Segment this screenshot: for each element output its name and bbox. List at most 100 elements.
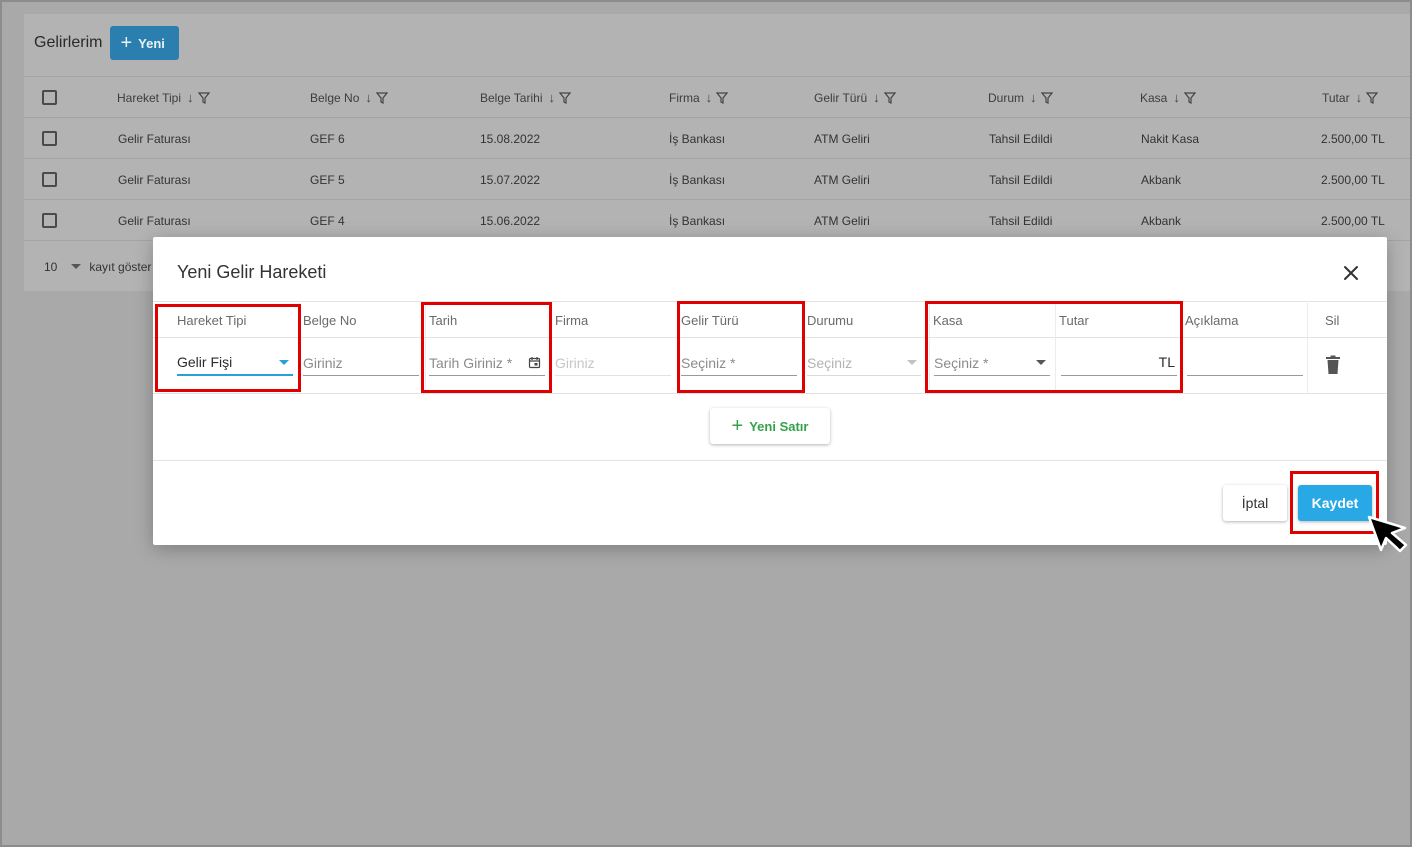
sort-down-icon[interactable]: ↓ [706,90,713,105]
column-header-firma[interactable]: Firma ↓ [669,77,729,118]
column-header-tarih: Tarih [429,312,458,328]
select-all-checkbox[interactable] [42,90,57,105]
close-icon[interactable] [1341,263,1361,283]
filter-icon[interactable] [883,91,896,104]
aciklama-input[interactable] [1187,350,1303,376]
table-cell: 15.07.2022 [480,172,541,187]
row-checkbox[interactable] [42,131,57,146]
page-header: Gelirlerim + Yeni [34,26,179,60]
page-size-label: kayıt göster [89,259,152,274]
column-header-kasa[interactable]: Kasa ↓ [1140,77,1196,118]
filter-icon[interactable] [375,91,388,104]
column-header-belge-no[interactable]: Belge No ↓ [310,77,388,118]
table-cell: 2.500,00 TL [1321,213,1385,228]
sort-down-icon[interactable]: ↓ [365,90,372,105]
column-header-sil: Sil [1325,312,1340,328]
table-row[interactable]: Gelir Faturası GEF 5 15.07.2022 İş Banka… [24,158,1412,199]
trash-icon[interactable] [1325,355,1341,375]
currency-label: TL [1158,354,1175,370]
add-row-button[interactable]: + Yeni Satır [710,408,830,444]
sort-down-icon[interactable]: ↓ [1173,90,1180,105]
column-header-hareket-tipi[interactable]: Hareket Tipi ↓ [117,77,210,118]
filter-icon[interactable] [1366,91,1379,104]
gelir-turu-select[interactable]: Seçiniz * [681,350,797,376]
sort-down-icon[interactable]: ↓ [1030,90,1037,105]
new-income-dialog: Yeni Gelir Hareketi Hareket Tipi Belge N… [153,237,1387,545]
kasa-select[interactable]: Seçiniz * [934,350,1050,376]
add-row-button-label: Yeni Satır [749,418,809,434]
chevron-down-icon[interactable] [279,360,289,365]
durumu-select[interactable]: Seçiniz [807,350,921,376]
belge-no-input[interactable]: Giriniz [303,350,419,376]
firma-input[interactable]: Giriniz [555,350,671,376]
table-cell: ATM Geliri [814,172,870,187]
filter-icon[interactable] [1040,91,1053,104]
column-header-firma: Firma [555,312,589,328]
entry-row: Gelir Fişi Giriniz Tarih Giriniz * Girin… [153,338,1387,394]
dialog-title: Yeni Gelir Hareketi [177,262,327,282]
filter-icon[interactable] [1183,91,1196,104]
table-cell: İş Bankası [669,213,726,228]
column-header-durumu: Durumu [807,312,854,328]
table-cell: GEF 5 [310,172,345,187]
hareket-tipi-select[interactable]: Gelir Fişi [177,350,293,376]
cancel-button[interactable]: İptal [1223,485,1287,521]
footer-divider [153,460,1387,461]
sort-down-icon[interactable]: ↓ [548,90,555,105]
column-header-kasa: Kasa [933,312,963,328]
page-title: Gelirlerim [34,34,103,51]
page-size-select[interactable]: 10 [44,260,57,274]
tarih-input[interactable]: Tarih Giriniz * [429,350,545,376]
calendar-icon[interactable] [528,356,541,369]
plus-icon: + [120,32,133,54]
income-table: Hareket Tipi ↓ Belge No ↓ Belge Tarihi ↓ Fi… [24,76,1412,240]
table-cell: Gelir Faturası [118,131,191,146]
table-cell: Gelir Faturası [118,213,191,228]
tutar-input[interactable]: TL [1061,350,1177,376]
chevron-down-icon[interactable] [1036,360,1046,365]
new-income-button[interactable]: + Yeni [110,26,179,60]
table-cell: ATM Geliri [814,213,870,228]
column-header-durum[interactable]: Durum ↓ [988,77,1053,118]
filter-icon[interactable] [197,91,210,104]
row-checkbox[interactable] [42,172,57,187]
sort-down-icon[interactable]: ↓ [873,90,880,105]
chevron-down-icon[interactable] [907,360,917,365]
new-income-button-label: Yeni [138,35,165,51]
table-row[interactable]: Gelir Faturası GEF 4 15.06.2022 İş Banka… [24,199,1412,240]
column-header-tutar: Tutar [1059,312,1089,328]
sort-down-icon[interactable]: ↓ [1356,90,1363,105]
table-cell: İş Bankası [669,172,726,187]
column-header-aciklama: Açıklama [1185,312,1239,328]
save-button[interactable]: Kaydet [1298,485,1372,521]
table-cell: Akbank [1141,172,1182,187]
table-cell: Tahsil Edildi [989,213,1053,228]
table-row[interactable]: Gelir Faturası GEF 6 15.08.2022 İş Banka… [24,117,1412,158]
table-cell: 2.500,00 TL [1321,172,1385,187]
table-cell: GEF 6 [310,131,345,146]
column-header-belge-no: Belge No [303,312,357,328]
table-cell: GEF 4 [310,213,345,228]
filter-icon[interactable] [558,91,571,104]
column-header-gelir-turu: Gelir Türü [681,312,739,328]
table-cell: 2.500,00 TL [1321,131,1385,146]
column-header-hareket-tipi: Hareket Tipi [177,312,247,328]
row-checkbox[interactable] [42,213,57,228]
table-cell: İş Bankası [669,131,726,146]
table-cell: 15.08.2022 [480,131,541,146]
table-cell: Gelir Faturası [118,172,191,187]
table-cell: 15.06.2022 [480,213,541,228]
table-cell: Tahsil Edildi [989,172,1053,187]
column-header-belge-tarihi[interactable]: Belge Tarihi ↓ [480,77,571,118]
column-header-gelir-turu[interactable]: Gelir Türü ↓ [814,77,896,118]
entry-grid-header: Hareket Tipi Belge No Tarih Firma Gelir … [153,301,1387,338]
table-cell: Akbank [1141,213,1182,228]
filter-icon[interactable] [716,91,729,104]
table-header-row: Hareket Tipi ↓ Belge No ↓ Belge Tarihi ↓ Fi… [24,76,1412,117]
column-header-tutar[interactable]: Tutar ↓ [1322,77,1379,118]
table-cell: Nakit Kasa [1141,131,1200,146]
chevron-down-icon[interactable] [71,264,82,269]
sort-down-icon[interactable]: ↓ [187,90,194,105]
plus-icon: + [731,415,744,437]
table-cell: ATM Geliri [814,131,870,146]
